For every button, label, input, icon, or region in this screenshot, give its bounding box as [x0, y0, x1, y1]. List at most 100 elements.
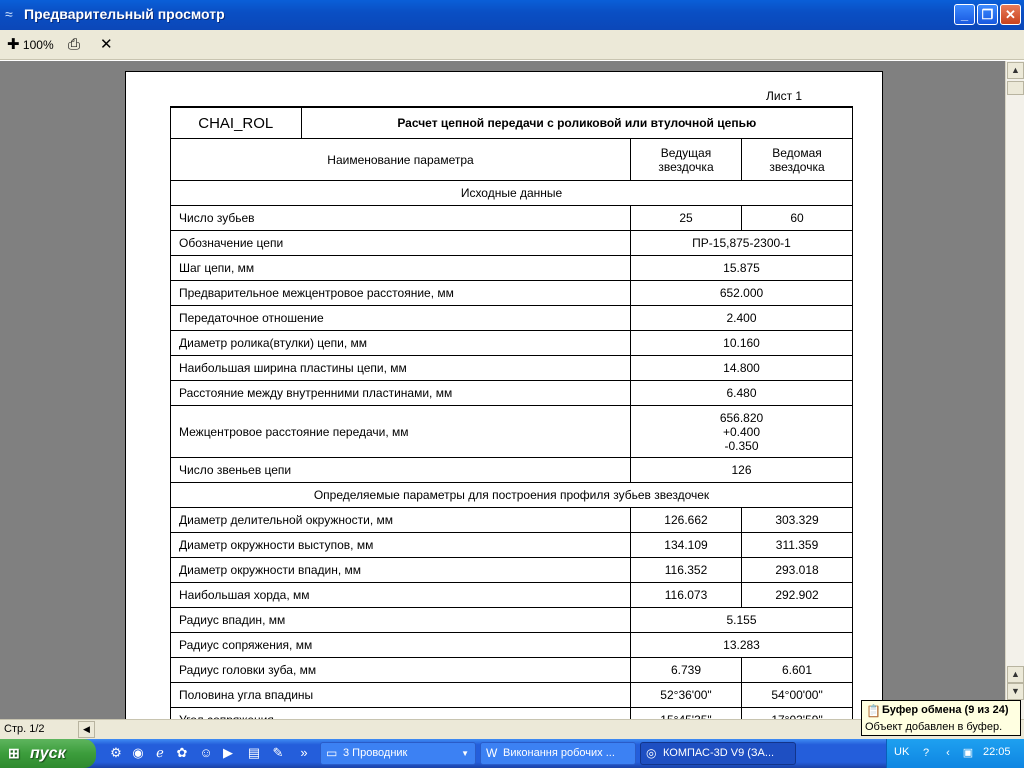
window-title: Предварительный просмотр	[24, 6, 225, 22]
tool-icon[interactable]: ✎	[270, 745, 286, 761]
kompas-icon: ◎	[646, 746, 657, 760]
word-icon: W	[486, 746, 498, 760]
param-name: Предварительное межцентровое расстояние,…	[170, 280, 631, 306]
param-drive: 116.073	[630, 582, 742, 608]
section-input: Исходные данные	[169, 180, 854, 206]
clipboard-icon: 📋	[866, 704, 881, 718]
network-icon[interactable]: ⚙	[108, 745, 124, 761]
document-icon[interactable]: ▤	[246, 745, 262, 761]
language-indicator[interactable]: UK	[894, 746, 909, 758]
vertical-scrollbar[interactable]: ▲ ▲ ▼	[1005, 61, 1024, 719]
param-value: 2.400	[629, 305, 854, 331]
param-drive: 52°36'00"	[630, 682, 742, 708]
param-name: Диаметр окружности выступов, мм	[170, 532, 631, 558]
scroll-left-button[interactable]: ◀	[78, 721, 95, 738]
param-name: Диаметр окружности впадин, мм	[170, 557, 631, 583]
clipboard-balloon[interactable]: 📋 Буфер обмена (9 из 24) Объект добавлен…	[861, 700, 1021, 736]
col-driven: Ведомая звездочка	[740, 138, 854, 181]
help-icon[interactable]: ?	[919, 746, 933, 760]
zoom-button[interactable]: ✚ 100%	[7, 36, 54, 54]
table-row: Радиус впадин, мм 5.155	[170, 607, 854, 633]
col-drive: Ведущая звездочка	[630, 138, 742, 181]
param-name: Диаметр делительной окружности, мм	[170, 507, 631, 533]
report-table: CHAI_ROL Расчет цепной передачи с ролико…	[169, 106, 854, 719]
chevron-left-icon[interactable]: ‹	[941, 746, 955, 760]
param-name: Число зубьев	[170, 205, 631, 231]
balloon-title: Буфер обмена (9 из 24)	[882, 704, 1009, 716]
center-distance-value: 656.820	[719, 410, 764, 425]
media-player-icon[interactable]: ▶	[220, 745, 236, 761]
param-name: Радиус сопряжения, мм	[170, 632, 631, 658]
scroll-up-small-button[interactable]: ▲	[1007, 666, 1024, 683]
param-value: 5.155	[629, 607, 854, 633]
section-profile: Определяемые параметры для построения пр…	[169, 482, 854, 508]
param-value: 13.283	[629, 632, 854, 658]
minimize-button[interactable]: _	[954, 4, 975, 25]
col-drive-line1: Ведущая	[660, 145, 712, 160]
expand-icon[interactable]: »	[296, 745, 312, 761]
close-button[interactable]: ✕	[1000, 4, 1021, 25]
report-code: CHAI_ROL	[171, 108, 302, 138]
param-name: Половина угла впадины	[170, 682, 631, 708]
system-tray: UK ? ‹ ▣ 22:05	[886, 739, 1024, 768]
window-titlebar[interactable]: ≈ Предварительный просмотр _ ❐ ✕	[0, 0, 1024, 30]
printer-icon[interactable]: ⎙	[68, 36, 80, 54]
param-name: Обозначение цепи	[170, 230, 631, 256]
messenger-icon[interactable]: ☺	[198, 745, 214, 761]
scroll-up-button[interactable]: ▲	[1007, 62, 1024, 79]
param-driven: 293.018	[740, 557, 854, 583]
column-header-row: Наименование параметра Ведущая звездочка…	[170, 138, 854, 181]
param-drive: 25	[630, 205, 742, 231]
opera-icon[interactable]: ◉	[130, 745, 146, 761]
ie-icon[interactable]: ℯ	[152, 745, 168, 761]
param-name: Угол сопряжения	[170, 707, 631, 719]
close-icon[interactable]: ✕	[100, 36, 113, 54]
param-value: 10.160	[629, 330, 854, 356]
settings-icon[interactable]: ✿	[174, 745, 190, 761]
task-kompas[interactable]: ◎ КОМПАС-3D V9 (ЗА...	[640, 742, 796, 765]
table-row: Предварительное межцентровое расстояние,…	[170, 280, 854, 306]
start-button[interactable]: ⊞ пуск	[0, 739, 96, 768]
folder-icon: ▭	[326, 746, 338, 760]
magnify-icon: ✚	[7, 36, 20, 53]
param-value: 126	[629, 457, 854, 483]
col-drive-line2: звездочка	[658, 159, 714, 174]
col-driven-line2: звездочка	[769, 159, 825, 174]
param-name: Радиус впадин, мм	[170, 607, 631, 633]
table-row: Число зубьев 25 60	[170, 205, 854, 231]
table-row: Обозначение цепи ПР-15,875-2300-1	[170, 230, 854, 256]
table-row: Радиус сопряжения, мм 13.283	[170, 632, 854, 658]
dropdown-arrow-icon: ▼	[461, 749, 469, 758]
toolbar: ✚ 100% ⎙ ✕	[0, 30, 1024, 60]
task-explorer[interactable]: ▭ 3 Проводник ▼	[320, 742, 476, 765]
scroll-thumb[interactable]	[1007, 81, 1024, 95]
table-row: Расстояние между внутренними пластинами,…	[170, 380, 854, 406]
param-name: Диаметр ролика(втулки) цепи, мм	[170, 330, 631, 356]
param-drive: 126.662	[630, 507, 742, 533]
task-label: 3 Проводник	[343, 747, 408, 759]
task-word[interactable]: W Виконання робочих ...	[480, 742, 636, 765]
report-title: Расчет цепной передачи с роликовой или в…	[397, 116, 757, 130]
table-row: Шаг цепи, мм 15.875	[170, 255, 854, 281]
section-row: Определяемые параметры для построения пр…	[169, 482, 854, 508]
section-row: Исходные данные	[169, 180, 854, 206]
center-distance-upper: +0.400	[722, 424, 761, 439]
col-param: Наименование параметра	[170, 138, 631, 181]
start-label: пуск	[30, 745, 66, 762]
param-name: Число звеньев цепи	[170, 457, 631, 483]
scroll-down-button[interactable]: ▼	[1007, 683, 1024, 700]
param-name: Передаточное отношение	[170, 305, 631, 331]
preview-page: Лист 1 CHAI_ROL Расчет цепной передачи с…	[125, 71, 883, 719]
report-header-row: CHAI_ROL Расчет цепной передачи с ролико…	[169, 106, 854, 139]
param-value: 6.480	[629, 380, 854, 406]
maximize-button[interactable]: ❐	[977, 4, 998, 25]
table-row: Радиус головки зуба, мм 6.739 6.601	[170, 657, 854, 683]
clock: 22:05	[983, 746, 1011, 758]
param-driven: 17°03'59"	[740, 707, 854, 719]
param-drive: 134.109	[630, 532, 742, 558]
param-name: Наибольшая ширина пластины цепи, мм	[170, 355, 631, 381]
clipboard-tray-icon[interactable]: ▣	[961, 746, 975, 760]
table-row: Диаметр окружности выступов, мм 134.109 31…	[170, 532, 854, 558]
preview-workspace[interactable]: Лист 1 CHAI_ROL Расчет цепной передачи с…	[0, 61, 1005, 719]
center-distance-lower: -0.350	[724, 438, 759, 453]
